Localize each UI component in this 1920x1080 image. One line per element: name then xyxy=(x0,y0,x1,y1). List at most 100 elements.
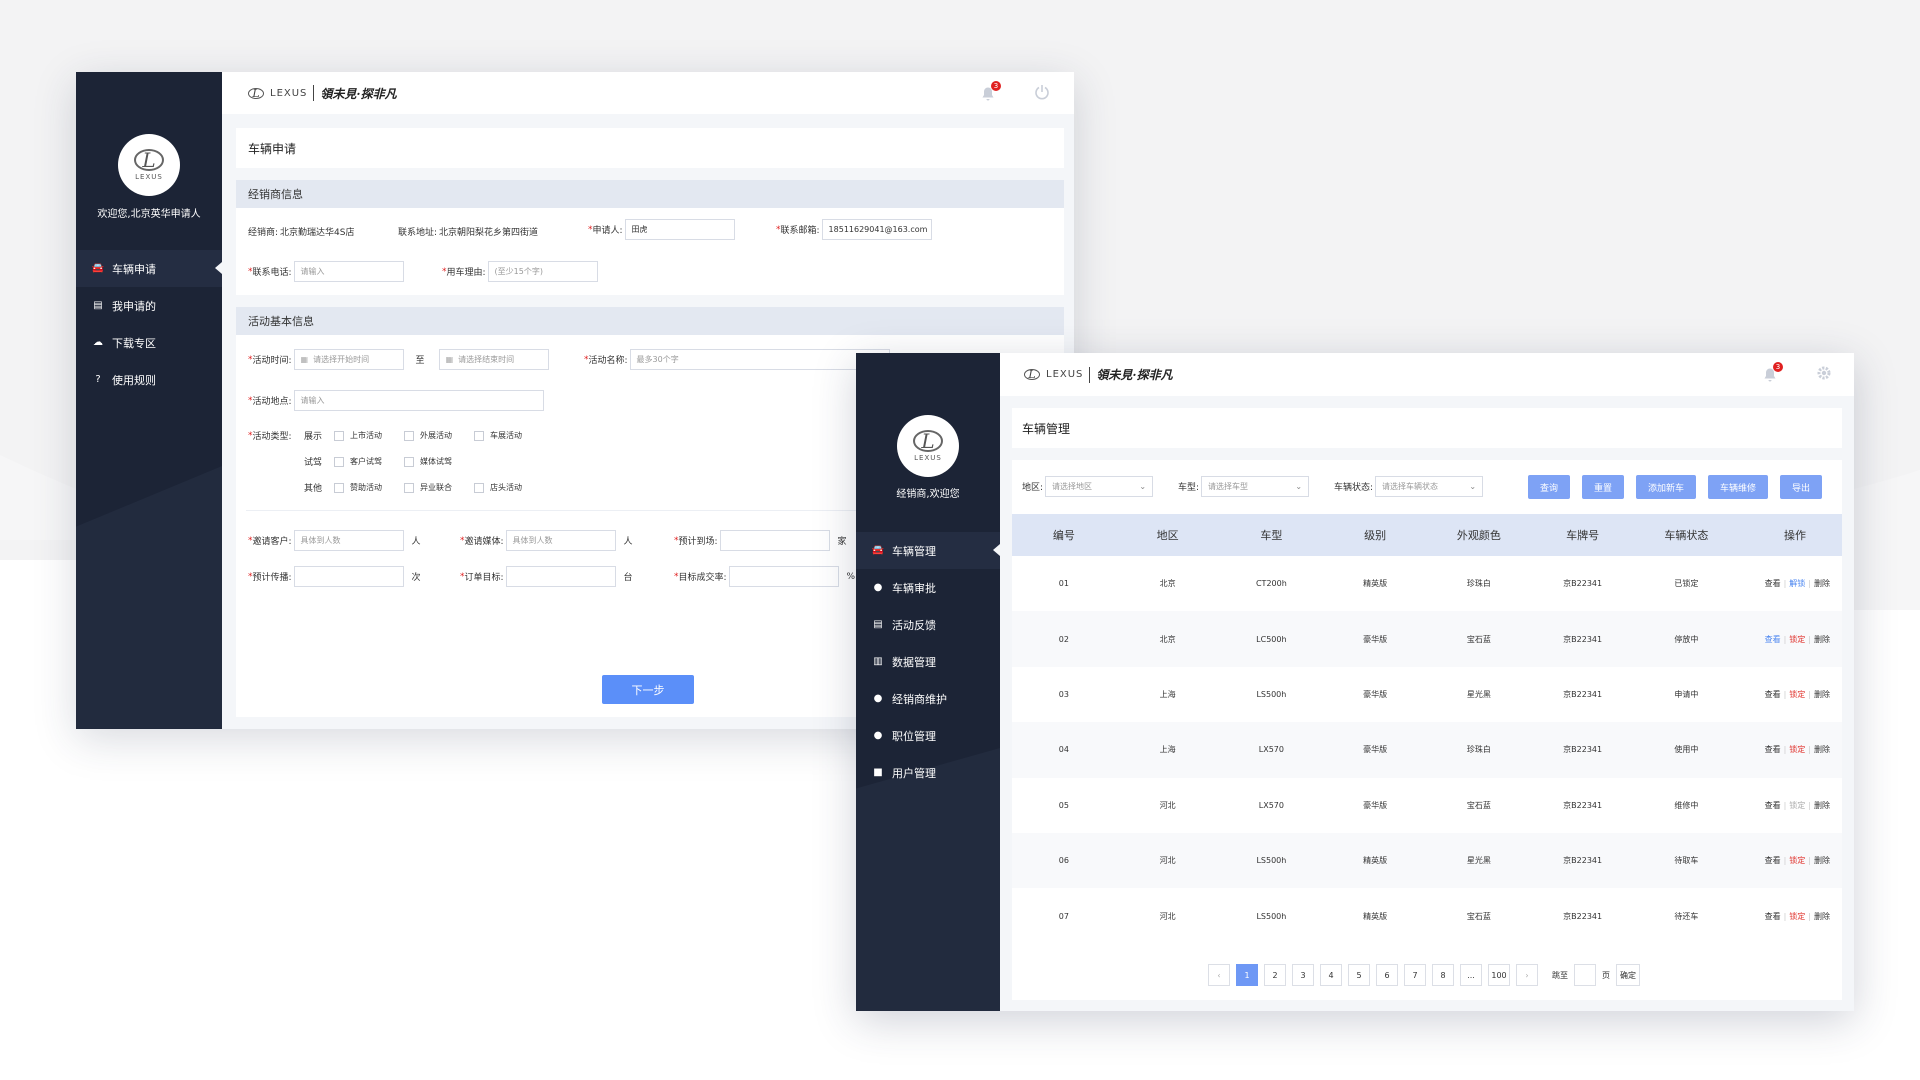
table-cell-level: 精英版 xyxy=(1323,832,1427,889)
expected-spread-input[interactable] xyxy=(293,566,404,587)
checkbox-crossover[interactable]: 异业联合 xyxy=(404,482,474,493)
sidebar-item-user-management[interactable]: ■ 用户管理 xyxy=(856,754,1000,791)
next-step-button[interactable]: 下一步 xyxy=(602,675,694,704)
phone-input[interactable]: 请输入 xyxy=(293,261,404,282)
page-number-button[interactable]: 100 xyxy=(1488,964,1510,986)
row-action-link[interactable]: 锁定 xyxy=(1789,801,1805,810)
row-action-link[interactable]: 查看 xyxy=(1765,912,1781,921)
reset-button[interactable]: 重置 xyxy=(1582,475,1624,499)
settings-gear-icon[interactable] xyxy=(1816,365,1832,384)
row-action-link[interactable]: 锁定 xyxy=(1789,690,1805,699)
sidebar-item-vehicle-application[interactable]: 🚘 车辆申请 xyxy=(76,250,222,287)
brand-logo: L LEXUS 領未見·探非凡 xyxy=(1024,366,1173,383)
row-actions: 查看 | 锁定 | 删除 xyxy=(1738,611,1842,667)
row-action-link[interactable]: 锁定 xyxy=(1789,635,1805,644)
conversion-rate-input[interactable] xyxy=(728,566,839,587)
model-select[interactable]: 请选择车型 ⌄ xyxy=(1201,476,1310,497)
row-action-link[interactable]: 删除 xyxy=(1814,856,1830,865)
start-time-input[interactable]: ▦ 请选择开始时间 xyxy=(293,349,404,370)
sidebar-item-position-management[interactable]: ● 职位管理 xyxy=(856,717,1000,754)
sidebar-item-my-applications[interactable]: ▤ 我申请的 xyxy=(76,287,222,324)
checkbox-outdoor[interactable]: 外展活动 xyxy=(404,430,474,441)
page-number-button[interactable]: 7 xyxy=(1404,964,1426,986)
reason-input[interactable]: (至少15个字) xyxy=(487,261,598,282)
checkbox-motorshow[interactable]: 车展活动 xyxy=(474,430,522,441)
page-number-button[interactable]: 4 xyxy=(1320,964,1342,986)
power-icon[interactable] xyxy=(1034,84,1050,103)
order-target-input[interactable] xyxy=(505,566,616,587)
invite-media-input[interactable]: 具体到人数 xyxy=(505,530,616,551)
page-number-button[interactable]: 8 xyxy=(1432,964,1454,986)
row-action-link[interactable]: 查看 xyxy=(1765,635,1781,644)
sidebar-item-label: 经销商维护 xyxy=(892,692,947,706)
checkbox-customer-testdrive[interactable]: 客户试驾 xyxy=(334,456,404,467)
checkbox-label: 车展活动 xyxy=(490,431,522,440)
row-action-link[interactable]: 查看 xyxy=(1765,690,1781,699)
checkbox-launch[interactable]: 上市活动 xyxy=(334,430,404,441)
row-action-link[interactable]: 删除 xyxy=(1814,745,1830,754)
row-action-link[interactable]: 删除 xyxy=(1814,801,1830,810)
invite-customers-label: 邀请客户: xyxy=(252,537,292,547)
page-number-button[interactable]: 3 xyxy=(1292,964,1314,986)
row-action-link[interactable]: 锁定 xyxy=(1789,856,1805,865)
page-number-button[interactable]: 5 xyxy=(1348,964,1370,986)
table-cell-level: 精英版 xyxy=(1363,911,1388,921)
table-header-row: 编号 地区 车型 级别 外观颜色 车牌号 车辆状态 操作 xyxy=(1012,514,1842,556)
checkbox-media-testdrive[interactable]: 媒体试驾 xyxy=(404,456,452,467)
sidebar-item-vehicle-management[interactable]: 🚘 车辆管理 xyxy=(856,532,1000,569)
page-number-button[interactable]: 1 xyxy=(1236,964,1258,986)
sidebar-item-dealer-maintenance[interactable]: ● 经销商维护 xyxy=(856,680,1000,717)
brand-slogan: 領未見·探非凡 xyxy=(1096,368,1173,382)
sidebar-item-activity-feedback[interactable]: ▤ 活动反馈 xyxy=(856,606,1000,643)
region-filter: 地区: 请选择地区 ⌄ xyxy=(1022,476,1154,497)
status-select[interactable]: 请选择车辆状态 ⌄ xyxy=(1375,476,1484,497)
sidebar: L LEXUS 欢迎您,北京英华申请人 🚘 车辆申请 ▤ 我申请的 ☁ 下载专区… xyxy=(76,72,222,729)
notification-bell-icon[interactable]: 3 xyxy=(980,80,1001,102)
region-select[interactable]: 请选择地区 ⌄ xyxy=(1045,476,1154,497)
chevron-down-icon: ⌄ xyxy=(1139,482,1147,491)
activity-place-input[interactable]: 请输入 xyxy=(293,390,544,411)
row-action-link[interactable]: 锁定 xyxy=(1789,912,1805,921)
applicant-input[interactable]: 田虎 xyxy=(624,219,735,240)
checkbox-sponsor[interactable]: 赞助活动 xyxy=(334,482,404,493)
sidebar-item-vehicle-approval[interactable]: ● 车辆审批 xyxy=(856,569,1000,606)
row-action-link[interactable]: 删除 xyxy=(1814,912,1830,921)
sidebar-item-downloads[interactable]: ☁ 下载专区 xyxy=(76,324,222,361)
export-button[interactable]: 导出 xyxy=(1780,475,1822,499)
vehicle-repair-button[interactable]: 车辆维修 xyxy=(1708,475,1768,499)
row-action-link[interactable]: 查看 xyxy=(1765,856,1781,865)
goto-confirm-button[interactable]: 确定 xyxy=(1616,964,1640,986)
checkbox-store-event[interactable]: 店头活动 xyxy=(474,482,522,493)
row-action-link[interactable]: 解锁 xyxy=(1789,579,1805,588)
expected-arrival-input[interactable] xyxy=(719,530,830,551)
activity-name-input[interactable]: 最多30个字 xyxy=(629,349,890,370)
invite-customers-input[interactable]: 具体到人数 xyxy=(293,530,404,551)
row-actions: 查看 | 解锁 | 删除 xyxy=(1738,556,1842,611)
row-action-link[interactable]: 查看 xyxy=(1765,579,1781,588)
notification-bell-icon[interactable]: 3 xyxy=(1762,361,1783,383)
row-action-link[interactable]: 删除 xyxy=(1814,690,1830,699)
row-action-link[interactable]: 删除 xyxy=(1814,635,1830,644)
page-number-button[interactable]: 6 xyxy=(1376,964,1398,986)
page-number-button[interactable]: ... xyxy=(1460,964,1482,986)
row-action-link[interactable]: 删除 xyxy=(1814,579,1830,588)
goto-page-input[interactable] xyxy=(1574,964,1596,986)
table-cell-color: 宝石蓝 xyxy=(1466,800,1491,810)
action-separator: | xyxy=(1808,634,1811,644)
brand-separator xyxy=(1089,366,1091,383)
query-button[interactable]: 查询 xyxy=(1528,475,1570,499)
checkbox-label: 外展活动 xyxy=(420,431,452,440)
page-number-button[interactable]: 2 xyxy=(1264,964,1286,986)
end-time-input[interactable]: ▦ 请选择结束时间 xyxy=(438,349,549,370)
sidebar-item-data-management[interactable]: ▥ 数据管理 xyxy=(856,643,1000,680)
prev-page-button[interactable]: ‹ xyxy=(1208,964,1230,986)
next-page-button[interactable]: › xyxy=(1516,964,1538,986)
row-action-link[interactable]: 锁定 xyxy=(1789,745,1805,754)
table-cell-id: 07 xyxy=(1058,911,1069,921)
add-vehicle-button[interactable]: 添加新车 xyxy=(1636,475,1696,499)
email-input[interactable]: 18511629041@163.com xyxy=(821,219,932,240)
row-action-link[interactable]: 查看 xyxy=(1765,745,1781,754)
row-action-link[interactable]: 查看 xyxy=(1765,801,1781,810)
action-separator: | xyxy=(1808,800,1811,810)
sidebar-item-usage-rules[interactable]: ? 使用规则 xyxy=(76,361,222,398)
